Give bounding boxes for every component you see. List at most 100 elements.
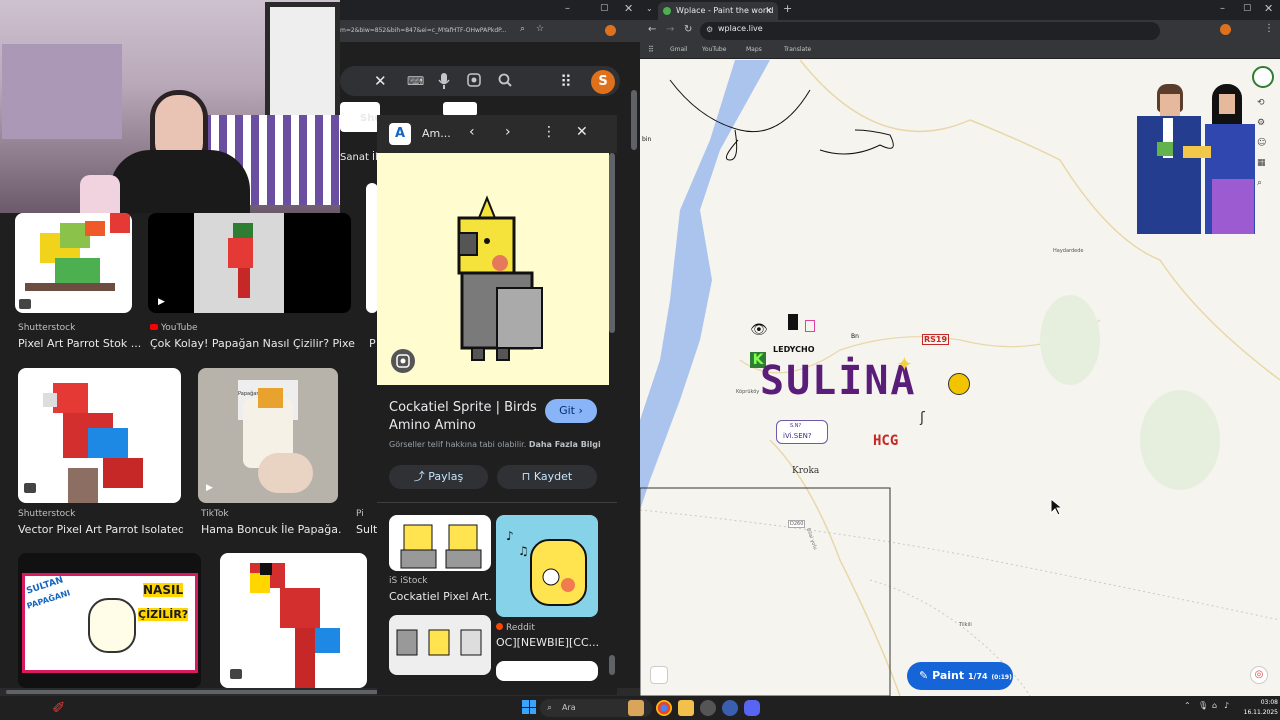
system-clock[interactable]: 03:08 16.11.2025: [1232, 698, 1278, 718]
result-title-5[interactable]: Sulta: [356, 523, 378, 536]
related-thumb-1[interactable]: [389, 515, 491, 571]
volume-icon[interactable]: ♪: [1224, 701, 1229, 710]
profile-icon[interactable]: ☺: [1257, 138, 1266, 148]
result-thumb-3[interactable]: [18, 368, 181, 503]
zoom-icon[interactable]: ⌕: [520, 24, 525, 34]
chrome-icon[interactable]: [656, 700, 672, 716]
panel-scrollbar[interactable]: [609, 153, 615, 333]
account-avatar[interactable]: S: [591, 70, 615, 94]
apps-icon[interactable]: ⠿: [648, 45, 654, 54]
share-button[interactable]: ⤴ Paylaş: [389, 465, 488, 489]
result-title-3[interactable]: Vector Pixel Art Parrot Isolated ...: [18, 523, 183, 536]
bookmark-youtube[interactable]: YouTube: [702, 46, 726, 53]
result-title-1[interactable]: Pixel Art Parrot Stok ...: [18, 337, 143, 350]
lens-search-button[interactable]: [391, 349, 415, 373]
new-tab-icon[interactable]: +: [783, 2, 792, 15]
clear-search-icon[interactable]: ✕: [374, 72, 387, 90]
save-button[interactable]: ⊓ Kaydet: [497, 465, 597, 489]
tab-search-icon[interactable]: ⌄: [646, 4, 653, 13]
red-parrot-image: [43, 383, 143, 503]
maximize-icon[interactable]: ▢: [1243, 3, 1252, 13]
locate-icon[interactable]: ◎: [1250, 666, 1268, 684]
bookmark-gmail[interactable]: Gmail: [670, 46, 688, 53]
network-icon[interactable]: ⌂: [1212, 701, 1217, 710]
result-thumb-2[interactable]: ▶: [148, 213, 351, 313]
obs-icon[interactable]: [700, 700, 716, 716]
microphone-icon[interactable]: [438, 73, 450, 89]
close-window-icon[interactable]: ✕: [624, 2, 633, 15]
settings-icon[interactable]: ⚙: [1257, 118, 1265, 128]
file-explorer-icon[interactable]: [678, 700, 694, 716]
brush-icon: ✎: [919, 669, 929, 682]
image-preview-panel: A Am... ‹ › ⋮ ✕ Cockatiel Sprite | Birds…: [377, 115, 617, 695]
mic-tray-icon[interactable]: 🎙: [1198, 701, 1208, 710]
widget-icon[interactable]: [628, 700, 644, 716]
doodle-art: ʃ: [920, 410, 925, 426]
related-title-1[interactable]: Cockatiel Pixel Art...: [389, 590, 491, 603]
bookmark-maps[interactable]: Maps: [746, 46, 762, 53]
keyboard-icon[interactable]: ⌨: [407, 74, 424, 88]
discord-icon[interactable]: [744, 700, 760, 716]
maximize-icon[interactable]: ▢: [600, 3, 609, 13]
right-browser-window: ⌄ Wplace - Paint the world ✕ + – ▢ ✕ ← →…: [640, 0, 1280, 696]
image-type-icon: [19, 299, 31, 309]
result-source-5: Pi: [356, 509, 364, 519]
url-text[interactable]: wplace.live: [718, 24, 763, 33]
wplace-map-canvas[interactable]: bin Haydardede Köprüköy Tilkili D260 Bil…: [640, 59, 1280, 696]
close-tab-icon[interactable]: ✕: [765, 2, 772, 20]
next-icon[interactable]: ›: [505, 124, 511, 140]
more-options-icon[interactable]: ⋮: [542, 124, 556, 140]
rs-pixel-art: RS19: [922, 334, 950, 345]
search-icon[interactable]: [498, 73, 512, 87]
result-thumb-6[interactable]: [220, 553, 367, 688]
page-scrollbar[interactable]: [631, 90, 637, 150]
result-thumb-1[interactable]: [15, 213, 132, 313]
layers-button[interactable]: [650, 666, 668, 684]
go-button[interactable]: Git ›: [545, 399, 597, 423]
result-thumb-4[interactable]: Papağan 1 ▶: [198, 368, 338, 503]
tab-wplace[interactable]: Wplace - Paint the world ✕: [658, 2, 778, 20]
profile-small-icon[interactable]: [1220, 24, 1231, 35]
minimize-icon[interactable]: –: [1220, 3, 1225, 14]
site-info-icon[interactable]: ⚙: [706, 25, 713, 34]
related-thumb-3[interactable]: [389, 615, 491, 675]
close-window-icon[interactable]: ✕: [1264, 2, 1273, 15]
forward-icon[interactable]: →: [666, 24, 674, 35]
tray-chevron-icon[interactable]: ⌃: [1184, 701, 1191, 710]
app-logo-icon[interactable]: ✐: [52, 698, 65, 717]
related-thumb-2[interactable]: ♪ ♫: [496, 515, 598, 617]
panel-source-name[interactable]: Am...: [422, 127, 451, 140]
chip-thumb[interactable]: [443, 102, 477, 116]
chrome-menu-icon[interactable]: ⋮: [1264, 23, 1274, 34]
close-panel-icon[interactable]: ✕: [576, 124, 588, 140]
search-map-icon[interactable]: ⌕: [1257, 178, 1262, 188]
panel-scroll-end[interactable]: [609, 655, 615, 675]
related-title-2[interactable]: OC][NEWBIE][CC...: [496, 636, 598, 649]
refresh-icon[interactable]: ⟲: [1257, 98, 1265, 108]
paint-button[interactable]: ✎ Paint 1/74 (0:19): [907, 662, 1013, 690]
star-icon[interactable]: ☆: [536, 24, 544, 34]
steam-icon[interactable]: [722, 700, 738, 716]
leaderboard-icon[interactable]: ▦: [1257, 158, 1266, 168]
left-address-bar[interactable]: m=2&biw=852&bih=847&ei=c_MYafHTF-OHwPAPk…: [340, 22, 550, 40]
minimize-icon[interactable]: –: [565, 3, 570, 14]
cockatiel-preview-image[interactable]: [377, 153, 609, 385]
profile-small-icon[interactable]: [605, 25, 616, 36]
reload-icon[interactable]: ↻: [684, 24, 692, 35]
dino-sprite: [788, 314, 798, 330]
lens-icon[interactable]: [467, 73, 481, 87]
google-apps-icon[interactable]: ⠿: [560, 72, 572, 91]
back-icon[interactable]: ←: [648, 24, 656, 35]
bookmark-translate[interactable]: Translate: [784, 46, 811, 53]
previous-icon[interactable]: ‹: [469, 124, 475, 140]
result-title-2[interactable]: Çok Kolay! Papağan Nasıl Çizilir? Pixe..…: [150, 337, 355, 350]
right-address-bar[interactable]: [700, 22, 1160, 40]
result-title-4[interactable]: Hama Boncuk İle Papağa...: [201, 523, 341, 536]
result-thumb-5[interactable]: SULTAN PAPAĞANI NASIL ÇİZİLİR?: [18, 553, 201, 688]
panel-image-title[interactable]: Cockatiel Sprite | Birds Amino Amino: [389, 399, 539, 435]
user-avatar-button[interactable]: [1252, 66, 1274, 88]
start-icon[interactable]: [522, 700, 536, 714]
hcg-pixel-art: HCG: [873, 433, 899, 449]
more-info-link[interactable]: Daha Fazla Bilgi: [529, 440, 601, 449]
related-thumb-4[interactable]: [496, 661, 598, 681]
